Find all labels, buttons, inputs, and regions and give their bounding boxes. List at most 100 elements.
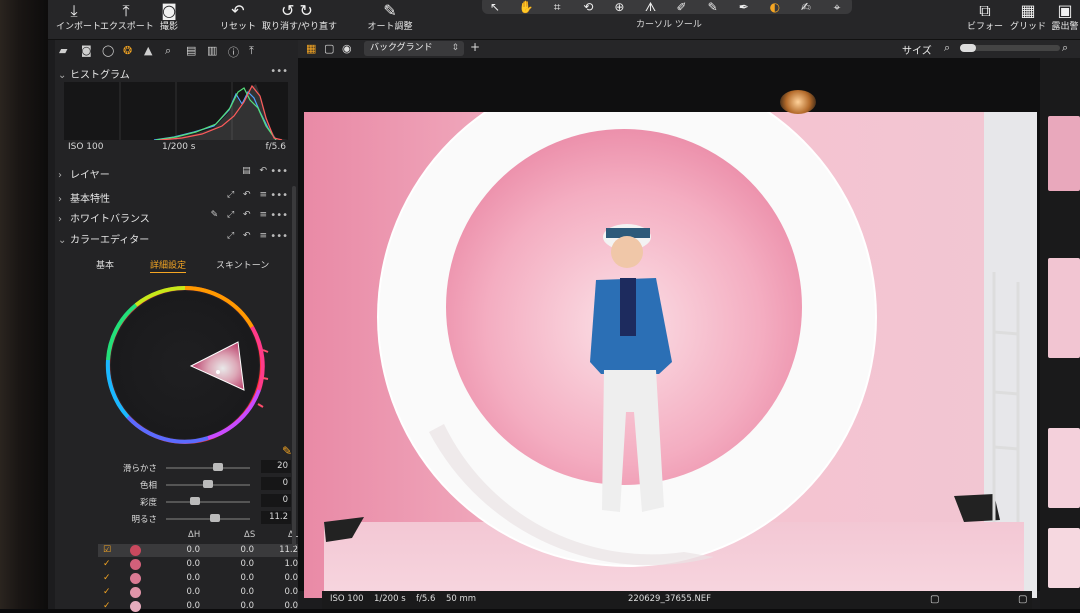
lightness-slider[interactable]: 明るさ 11.2: [100, 511, 295, 527]
thumbnail[interactable]: [1048, 528, 1080, 588]
preview-icon[interactable]: ◉: [342, 42, 352, 55]
more-icon[interactable]: •••: [270, 210, 288, 221]
import-button[interactable]: ⤓ インポート: [56, 0, 101, 32]
hue-slider[interactable]: 色相 0: [100, 477, 295, 493]
annotate-icon[interactable]: ✍: [793, 0, 819, 16]
thumbnail[interactable]: [1048, 258, 1080, 358]
tool-tabs: ▰ ◙ ◯ ❂ ▲ ⌕ ▤ ▥ ⓘ ⤒: [55, 42, 298, 62]
single-view-icon[interactable]: ▢: [324, 42, 334, 55]
hue-value[interactable]: 0: [261, 477, 291, 490]
camera-tab-icon[interactable]: ◙: [81, 44, 92, 57]
basic-section-header[interactable]: › 基本特性 ⤢ ↶ ≡ •••: [58, 190, 294, 208]
tab-advanced[interactable]: 詳細設定: [150, 258, 187, 273]
checkbox-icon[interactable]: ✓: [103, 559, 113, 569]
grid-button[interactable]: ▦ グリッド: [1008, 0, 1048, 32]
color-picker-icon[interactable]: ◐: [762, 0, 788, 16]
undo-icon: ↺ ↻: [281, 1, 313, 20]
more-icon[interactable]: •••: [270, 166, 288, 177]
undo-redo-button[interactable]: ↺ ↻ 取り消す/やり直す: [262, 0, 337, 32]
pointer-icon[interactable]: ↖: [482, 0, 508, 16]
more-icon[interactable]: •••: [270, 190, 288, 201]
filmstrip: [1040, 58, 1080, 609]
section-tools-icon[interactable]: ⤢ ↶ ≡: [227, 190, 270, 200]
status-bar: ISO 100 1/200 s f/5.6 50 mm 220629_37655…: [322, 591, 1032, 609]
layers-header[interactable]: › レイヤー ▤ ↶ •••: [58, 166, 294, 184]
slider-thumb[interactable]: [190, 497, 201, 505]
before-button[interactable]: ⧉ ビフォー: [966, 0, 1004, 32]
zoom-icon[interactable]: ⌕: [944, 41, 950, 55]
histogram: [64, 82, 288, 140]
table-row[interactable]: ☑ 0.0 0.0 11.2: [98, 544, 298, 557]
more-icon[interactable]: •••: [270, 231, 288, 242]
reset-button[interactable]: ↶ リセット: [220, 0, 256, 32]
section-tools-icon[interactable]: ✎ ⤢ ↶ ≡: [211, 210, 270, 220]
thumbnail[interactable]: [1048, 428, 1080, 508]
slider-thumb[interactable]: [209, 514, 220, 522]
checkbox-icon[interactable]: ✓: [103, 601, 113, 611]
output-icon[interactable]: ⤒: [249, 44, 254, 58]
capture-button[interactable]: ◙ 撮影: [156, 0, 182, 32]
search-icon[interactable]: ⌕: [1062, 41, 1068, 55]
folder-icon[interactable]: ▰: [59, 44, 67, 57]
gradient-icon[interactable]: ✎: [700, 0, 726, 16]
layer-tools-icon[interactable]: ▤ ↶: [242, 166, 270, 176]
color-swatch: [130, 601, 141, 612]
smoothness-slider[interactable]: 滑らかさ 20: [100, 460, 295, 476]
add-icon[interactable]: +: [470, 40, 480, 54]
tab-basic[interactable]: 基本: [96, 258, 114, 271]
tag-icon[interactable]: ▢: [1018, 594, 1027, 605]
checkbox-icon[interactable]: ☑: [103, 545, 113, 555]
table-row[interactable]: ✓ 0.0 0.0 0.0: [98, 586, 298, 599]
lightness-value[interactable]: 11.2: [261, 511, 291, 524]
keystone-icon[interactable]: ⊕: [606, 0, 632, 16]
cursor-tools-label: カーソル ツール: [636, 20, 702, 30]
heal-icon[interactable]: ✒: [731, 0, 757, 16]
section-tools-icon[interactable]: ⤢ ↶ ≡: [227, 231, 270, 241]
color-editor-header[interactable]: ⌄ カラーエディター ⤢ ↶ ≡ •••: [58, 231, 294, 249]
file-name: 220629_37655.NEF: [628, 594, 712, 604]
slider-thumb[interactable]: [203, 480, 213, 488]
slider-thumb[interactable]: [213, 463, 224, 471]
table-row[interactable]: ✓ 0.0 0.0 0.0: [98, 572, 298, 585]
crop-icon[interactable]: ⌗: [544, 0, 570, 16]
exposure-tab-icon[interactable]: ▲: [144, 44, 152, 57]
smoothness-value[interactable]: 20: [261, 460, 291, 473]
tab-skin-tone[interactable]: スキントーン: [216, 258, 269, 271]
adjustments-icon[interactable]: ▤: [186, 44, 196, 57]
grid-view-icon[interactable]: ▦: [306, 42, 316, 55]
export-button[interactable]: ⤒ エクスポート: [100, 0, 154, 32]
eraser-icon[interactable]: ✐: [669, 0, 695, 16]
batch-icon[interactable]: ▥: [207, 44, 217, 57]
picker-icon[interactable]: ⌖: [824, 0, 850, 16]
white-balance-header[interactable]: › ホワイトバランス ✎ ⤢ ↶ ≡ •••: [58, 210, 294, 228]
details-icon[interactable]: ⌕: [165, 44, 171, 58]
color-wheel[interactable]: [98, 280, 278, 450]
auto-adjust-button[interactable]: ✎ オート調整: [366, 0, 414, 32]
saturation-value[interactable]: 0: [261, 494, 291, 507]
background-select[interactable]: バックグランド ⇕: [364, 41, 464, 56]
thumbnail[interactable]: [1048, 116, 1080, 191]
viewer-toolbar: ▦ ▢ ◉ バックグランド ⇕ + サイズ ⌕ ⌕: [298, 40, 1080, 58]
more-icon[interactable]: •••: [270, 66, 288, 77]
rating-icon[interactable]: ▢: [930, 594, 939, 605]
rotate-icon[interactable]: ⟲: [575, 0, 601, 16]
reset-icon: ↶: [231, 1, 245, 20]
color-tab-icon[interactable]: ❂: [123, 44, 132, 57]
lens-icon[interactable]: ◯: [102, 44, 114, 57]
checkbox-icon[interactable]: ✓: [103, 573, 113, 583]
photo-preview[interactable]: [304, 112, 1037, 598]
saturation-slider[interactable]: 彩度 0: [100, 494, 295, 510]
size-slider[interactable]: [960, 44, 1060, 52]
hand-icon[interactable]: ✋: [513, 0, 539, 16]
table-row[interactable]: ✓ 0.0 0.0 0.0: [98, 600, 298, 613]
monitor-bezel: [0, 0, 48, 609]
checkbox-icon[interactable]: ✓: [103, 587, 113, 597]
color-range-table: ΔH ΔS ΔL ☑0.00.011.2✓0.00.01.0✓0.00.00.0…: [98, 530, 299, 612]
color-picker-icon[interactable]: ✎: [282, 444, 292, 458]
color-editor-tabs: 基本 詳細設定 スキントーン: [62, 256, 294, 274]
panel-scrollbar[interactable]: [292, 186, 296, 546]
brush-icon[interactable]: ᗑ: [637, 0, 663, 16]
exposure-warning-button[interactable]: ▣ 露出警: [1050, 0, 1080, 32]
table-row[interactable]: ✓ 0.0 0.0 1.0: [98, 558, 298, 571]
info-icon[interactable]: ⓘ: [228, 44, 239, 60]
